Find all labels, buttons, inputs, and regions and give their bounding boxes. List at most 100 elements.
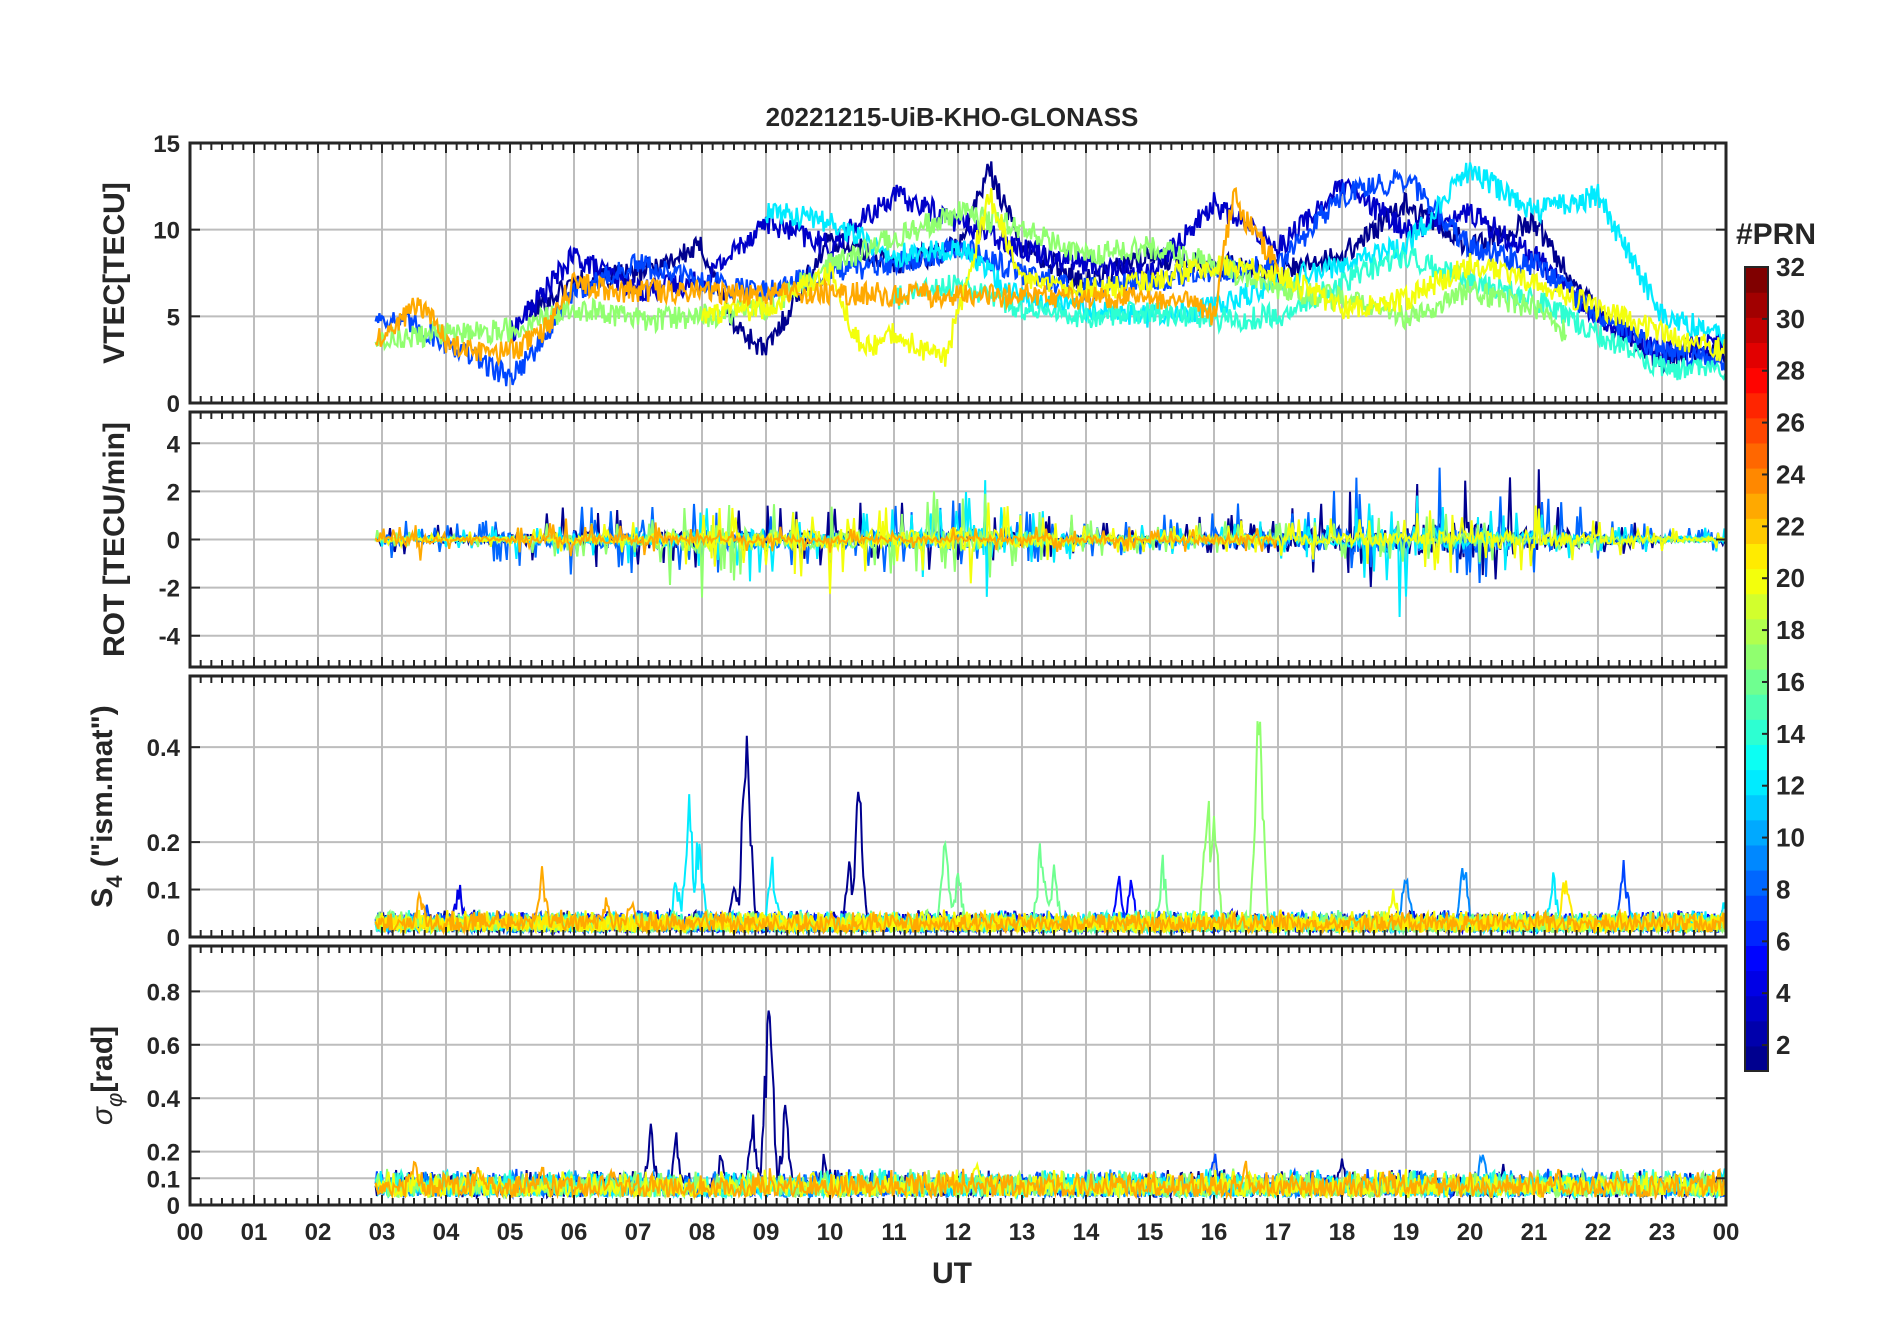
y-axis-label: ROT [TECU/min] bbox=[98, 422, 131, 657]
colorbar-tick-label: 6 bbox=[1776, 926, 1790, 956]
colorbar-tick-label: 28 bbox=[1776, 356, 1805, 386]
series-group bbox=[374, 721, 1726, 936]
colorbar-segment bbox=[1745, 744, 1768, 771]
colorbar-segment bbox=[1745, 719, 1768, 745]
x-tick-label: 23 bbox=[1649, 1219, 1676, 1246]
panels: 051015VTEC[TECU]-4-2024ROT [TECU/min]00.… bbox=[86, 131, 1728, 1220]
colorbar-segment bbox=[1745, 468, 1768, 494]
colorbar-segment bbox=[1745, 694, 1768, 720]
panel-3: 0 0.1 0.2 0.4 S4 ("ism.mat") bbox=[86, 674, 1728, 952]
colorbar-segment bbox=[1745, 392, 1768, 419]
panel-1: 0 5 10 15 VTEC[TECU] bbox=[98, 131, 1728, 418]
colorbar-tick-label: 30 bbox=[1776, 304, 1805, 334]
colorbar: 2468101214161820222426283032 bbox=[1744, 252, 1805, 1072]
y-tick-label: 15 bbox=[153, 131, 180, 158]
series-group bbox=[374, 161, 1726, 387]
colorbar-segment bbox=[1745, 769, 1768, 796]
y-tick-label: 0.8 bbox=[147, 979, 180, 1006]
x-tick-label: 17 bbox=[1265, 1219, 1292, 1246]
x-tick-label: 07 bbox=[625, 1219, 652, 1246]
figure-title: 20221215-UiB-KHO-GLONASS bbox=[766, 102, 1139, 132]
y-tick-label: 0.1 bbox=[147, 1166, 180, 1193]
y-tick-label: 5 bbox=[167, 304, 180, 331]
x-tick-label: 08 bbox=[689, 1219, 716, 1246]
y-tick-label: 0 bbox=[167, 528, 180, 555]
y-tick-label: 0 bbox=[167, 391, 180, 418]
x-tick-label: 04 bbox=[433, 1219, 460, 1246]
colorbar-segment bbox=[1745, 1020, 1768, 1047]
colorbar-segment bbox=[1745, 618, 1768, 645]
colorbar-segment bbox=[1745, 417, 1768, 444]
x-tick-label: 03 bbox=[369, 1219, 396, 1246]
x-tick-label: 10 bbox=[817, 1219, 844, 1246]
colorbar-segment bbox=[1745, 819, 1768, 846]
colorbar-segment bbox=[1745, 593, 1768, 620]
colorbar-tick-label: 16 bbox=[1776, 667, 1805, 697]
colorbar-segment bbox=[1745, 317, 1768, 343]
series-line-prn-1 bbox=[374, 735, 1726, 936]
colorbar-tick-label: 10 bbox=[1776, 823, 1805, 853]
panel-2: -4 -2 0 2 4 ROT [TECU/min] bbox=[98, 410, 1728, 669]
x-axis-label: UT bbox=[932, 1257, 972, 1290]
x-tick-label: 02 bbox=[305, 1219, 332, 1246]
series-line-prn-1 bbox=[374, 1010, 1726, 1201]
x-tick-label: 11 bbox=[881, 1219, 906, 1246]
colorbar-tick-label: 4 bbox=[1776, 978, 1791, 1008]
series-line-prn-8 bbox=[374, 467, 1726, 584]
x-tick-label: 15 bbox=[1137, 1219, 1164, 1246]
x-tick-label: 21 bbox=[1521, 1219, 1548, 1246]
colorbar-segment bbox=[1745, 442, 1768, 469]
grid bbox=[190, 946, 1726, 1205]
colorbar-tick-label: 22 bbox=[1776, 511, 1805, 541]
colorbar-tick-label: 14 bbox=[1776, 719, 1805, 749]
colorbar-tick-label: 8 bbox=[1776, 874, 1790, 904]
colorbar-segment bbox=[1745, 895, 1768, 921]
colorbar-segment bbox=[1745, 342, 1768, 369]
y-tick-label: 0.2 bbox=[147, 1140, 180, 1167]
series-line-prn-1 bbox=[374, 469, 1726, 587]
x-tick-label: 06 bbox=[561, 1219, 588, 1246]
colorbar-segment bbox=[1745, 543, 1768, 570]
colorbar-segment bbox=[1745, 292, 1768, 318]
x-tick-label: 01 bbox=[241, 1219, 268, 1246]
y-tick-label: -4 bbox=[159, 624, 181, 651]
colorbar-segment bbox=[1745, 945, 1768, 972]
y-tick-label: 4 bbox=[167, 431, 181, 458]
colorbar-title: #PRN bbox=[1736, 218, 1816, 251]
y-tick-label: -2 bbox=[159, 576, 180, 603]
colorbar-segment bbox=[1745, 267, 1768, 293]
colorbar-tick-label: 20 bbox=[1776, 563, 1805, 593]
colorbar-segment bbox=[1745, 870, 1768, 896]
colorbar-segment bbox=[1745, 518, 1768, 544]
y-axis-label: S4 ("ism.mat") bbox=[86, 705, 127, 907]
colorbar-tick-label: 18 bbox=[1776, 615, 1805, 645]
y-tick-label: 0.6 bbox=[147, 1033, 180, 1060]
x-tick-label: 05 bbox=[497, 1219, 524, 1246]
y-tick-label: 0.4 bbox=[147, 1086, 181, 1113]
x-tick-label: 00 bbox=[1713, 1219, 1740, 1246]
colorbar-segment bbox=[1745, 568, 1768, 595]
colorbar-segment bbox=[1745, 643, 1768, 670]
y-tick-label: 2 bbox=[167, 479, 180, 506]
y-tick-label: 0 bbox=[167, 925, 180, 952]
x-tick-label: 13 bbox=[1009, 1219, 1036, 1246]
figure: 20221215-UiB-KHO-GLONASS 051015VTEC[TECU… bbox=[86, 102, 1816, 1290]
colorbar-segment bbox=[1745, 844, 1768, 871]
x-tick-label: 18 bbox=[1329, 1219, 1356, 1246]
panel-4: 00.10.2 0.4 0.6 0.8 σφ[rad] bbox=[86, 944, 1728, 1220]
x-tick-label: 09 bbox=[753, 1219, 780, 1246]
y-tick-label: 10 bbox=[153, 218, 180, 245]
colorbar-segment bbox=[1745, 1045, 1768, 1072]
series-group bbox=[374, 1010, 1726, 1201]
colorbar-segment bbox=[1745, 794, 1768, 821]
x-tick-label: 19 bbox=[1393, 1219, 1420, 1246]
series-group bbox=[374, 467, 1726, 618]
colorbar-tick-label: 12 bbox=[1776, 771, 1805, 801]
x-tick-label: 16 bbox=[1201, 1219, 1228, 1246]
x-tick-label: 20 bbox=[1457, 1219, 1484, 1246]
colorbar-segment bbox=[1745, 493, 1768, 519]
colorbar-tick-label: 2 bbox=[1776, 1030, 1790, 1060]
y-axis-label: σφ[rad] bbox=[86, 1026, 127, 1125]
x-axis: 00 01 02 03 04 05 06 07 08 09 10 11 12 13 14 15 16 17 18 19… bbox=[177, 1219, 1740, 1246]
y-tick-label: 0.4 bbox=[147, 735, 181, 762]
